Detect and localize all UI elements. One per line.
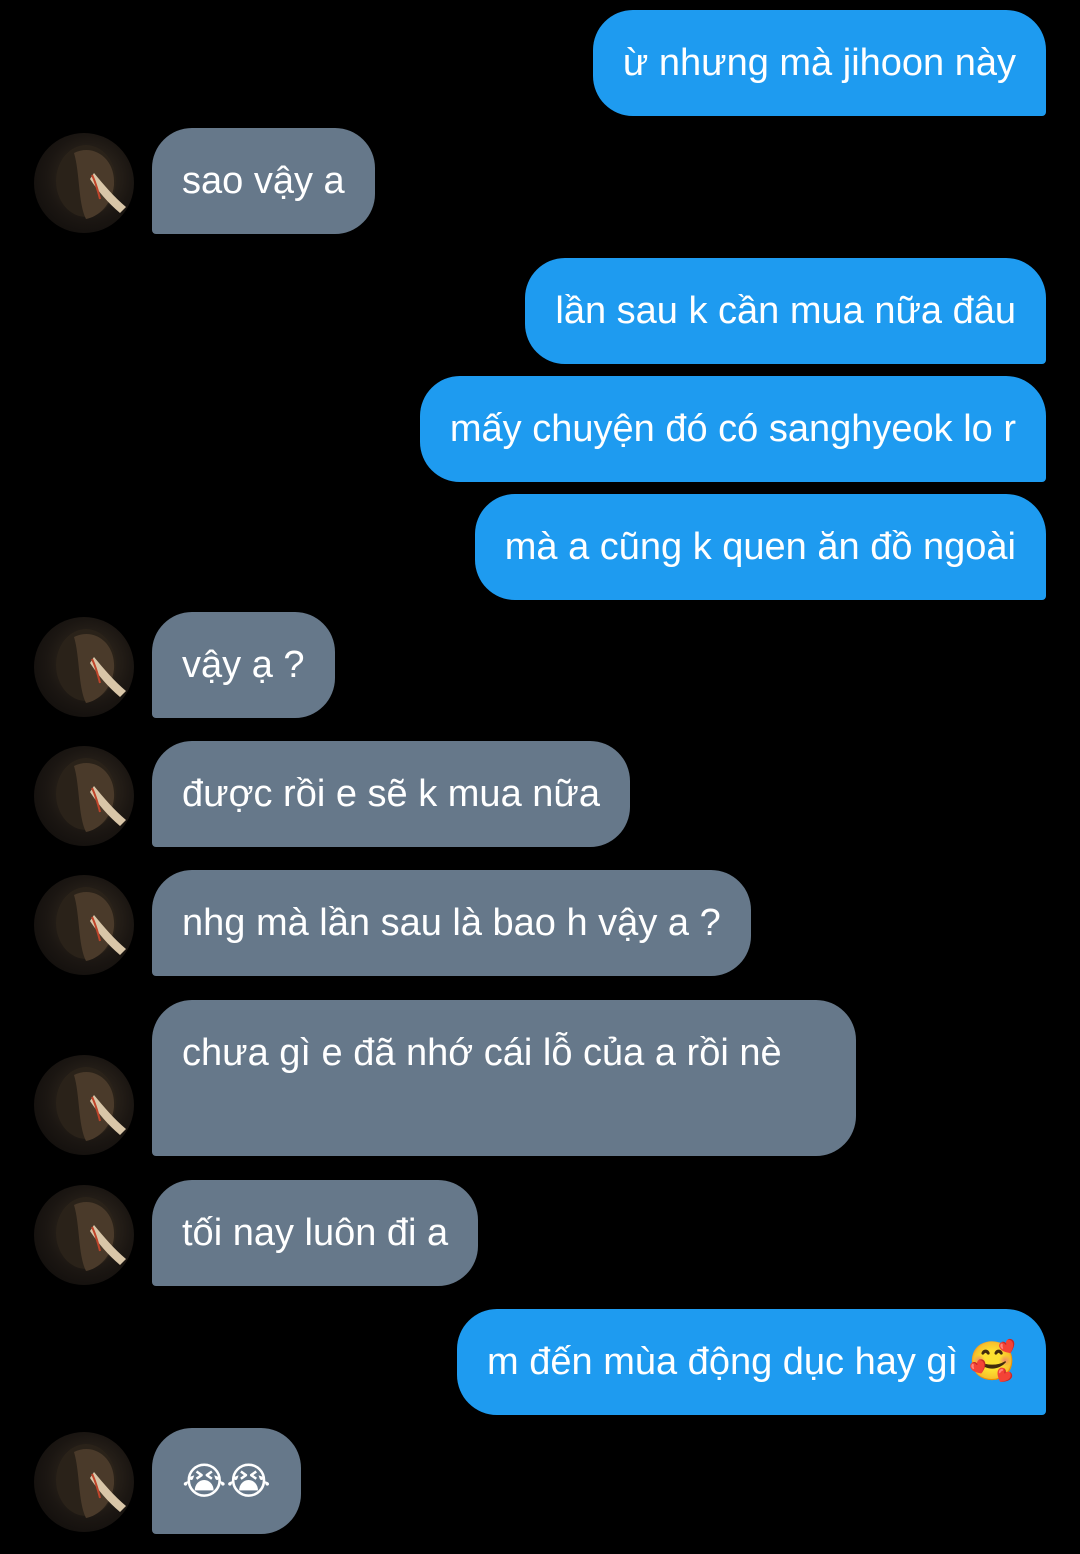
incoming-message-bubble[interactable]: 😭😭 — [152, 1428, 301, 1534]
avatar-photo-icon — [56, 145, 126, 219]
avatar-photo-icon — [56, 629, 126, 703]
incoming-message-bubble[interactable]: nhg mà lần sau là bao h vậy a ? — [152, 870, 751, 976]
message-text: được rồi e sẽ k mua nữa — [182, 773, 600, 815]
outgoing-message-bubble[interactable]: m đến mùa động dục hay gì 🥰 — [457, 1309, 1046, 1415]
avatar-photo-icon — [56, 1067, 126, 1141]
outgoing-message-bubble[interactable]: ừ nhưng mà jihoon này — [592, 10, 1046, 116]
contact-avatar[interactable] — [34, 1432, 134, 1532]
contact-avatar[interactable] — [34, 133, 134, 233]
contact-avatar[interactable] — [34, 1055, 134, 1155]
outgoing-message-bubble[interactable]: lần sau k cần mua nữa đâu — [525, 258, 1046, 364]
contact-avatar[interactable] — [34, 617, 134, 717]
contact-avatar[interactable] — [34, 1185, 134, 1285]
avatar-photo-icon — [56, 1444, 126, 1518]
message-text: 😭😭 — [182, 1459, 271, 1503]
incoming-message-bubble[interactable]: sao vậy a — [152, 128, 375, 234]
avatar-photo-icon — [56, 887, 126, 961]
message-text: nhg mà lần sau là bao h vậy a ? — [182, 902, 721, 944]
message-text: sao vậy a — [182, 160, 345, 202]
message-text: tối nay luôn đi a — [182, 1212, 449, 1254]
message-text: m đến mùa động dục hay gì 🥰 — [487, 1341, 1016, 1383]
message-text: mà a cũng k quen ăn đồ ngoài — [504, 526, 1016, 568]
incoming-message-bubble[interactable]: vậy ạ ? — [152, 612, 335, 718]
chat-thread: ừ nhưng mà jihoon này sao vậy a lần sau … — [0, 0, 1080, 1554]
message-text: chưa gì e đã nhớ cái lỗ của a rồi nè — [182, 1032, 782, 1074]
avatar-photo-icon — [56, 1197, 126, 1271]
message-text: lần sau k cần mua nữa đâu — [555, 290, 1016, 332]
message-text: ừ nhưng mà jihoon này — [622, 42, 1016, 84]
outgoing-message-bubble[interactable]: mấy chuyện đó có sanghyeok lo r — [419, 376, 1046, 482]
outgoing-message-bubble[interactable]: mà a cũng k quen ăn đồ ngoài — [474, 494, 1046, 600]
message-text: vậy ạ ? — [182, 644, 305, 686]
message-text: mấy chuyện đó có sanghyeok lo r — [449, 408, 1016, 450]
avatar-photo-icon — [56, 758, 126, 832]
incoming-message-bubble[interactable]: tối nay luôn đi a — [152, 1180, 479, 1286]
contact-avatar[interactable] — [34, 875, 134, 975]
incoming-message-bubble[interactable]: chưa gì e đã nhớ cái lỗ của a rồi nè — [152, 1000, 856, 1156]
contact-avatar[interactable] — [34, 746, 134, 846]
incoming-message-bubble[interactable]: được rồi e sẽ k mua nữa — [152, 741, 630, 847]
